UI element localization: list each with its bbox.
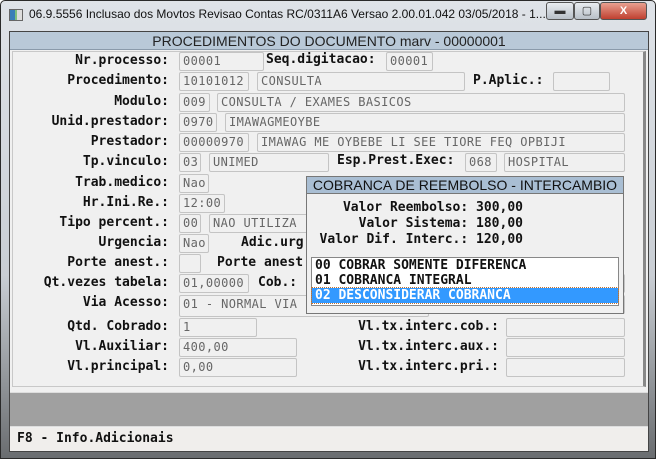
urgencia-label: Urgencia: bbox=[98, 235, 169, 250]
tp-vinculo-code-field[interactable]: 03 bbox=[179, 153, 201, 172]
vl-tx-interc-pri-label: Vl.tx.interc.pri.: bbox=[358, 359, 499, 374]
application-window: 06.9.5556 Inclusao dos Movtos Revisao Co… bbox=[0, 0, 656, 459]
maximize-button[interactable]: ▢ bbox=[574, 2, 600, 20]
esp-prest-exec-desc-field[interactable]: HOSPITAL bbox=[504, 153, 625, 172]
qt-vezes-tabela-field[interactable]: 01,00000 bbox=[179, 274, 249, 293]
close-button[interactable]: X bbox=[600, 2, 647, 20]
nr-processo-field[interactable]: 00001 bbox=[179, 52, 264, 71]
vl-tx-interc-aux-field[interactable] bbox=[506, 338, 625, 357]
urgencia-field[interactable]: Nao bbox=[179, 234, 209, 253]
unid-prestador-label: Unid.prestador: bbox=[51, 114, 169, 129]
modulo-code-field[interactable]: 009 bbox=[179, 93, 210, 112]
option-desconsiderar-cobranca[interactable]: 02 DESCONSIDERAR COBRANCA bbox=[311, 287, 619, 304]
vl-principal-label: Vl.principal: bbox=[67, 359, 169, 374]
cob-label: Cob.: bbox=[258, 275, 298, 290]
minimize-button[interactable]: ▬ bbox=[546, 2, 574, 20]
app-icon bbox=[9, 9, 23, 21]
tp-vinculo-label: Tp.vinculo: bbox=[82, 154, 169, 169]
procedimento-label: Procedimento: bbox=[67, 73, 169, 88]
porte-anest-label: Porte anest.: bbox=[67, 255, 169, 270]
esp-prest-exec-code-field[interactable]: 068 bbox=[465, 153, 497, 172]
vl-auxiliar-label: Vl.Auxiliar: bbox=[75, 339, 169, 354]
window-title: 06.9.5556 Inclusao dos Movtos Revisao Co… bbox=[29, 7, 546, 21]
unid-prestador-desc-field[interactable]: IMAWAGMEOYBE bbox=[225, 113, 625, 132]
seq-digitacao-label: Seq.digitacao: bbox=[266, 52, 376, 67]
unid-prestador-code-field[interactable]: 0970 bbox=[179, 113, 217, 132]
seq-digitacao-field[interactable]: 00001 bbox=[386, 52, 433, 71]
option-cobranca-integral[interactable]: 01 COBRANCA INTEGRAL bbox=[312, 273, 618, 288]
popup-title: COBRANCA DE REEMBOLSO - INTERCAMBIO bbox=[307, 177, 623, 194]
qtd-cobrado-field[interactable]: 1 bbox=[179, 318, 257, 337]
prestador-desc-field[interactable]: IMAWAG ME OYBEBE LI SEE TIORE FEQ OPBIJI bbox=[257, 133, 625, 152]
option-cobrar-somente-diferenca[interactable]: 00 COBRAR SOMENTE DIFERENCA bbox=[312, 258, 618, 273]
trab-medico-label: Trab.medico: bbox=[75, 175, 169, 190]
vl-tx-interc-pri-field[interactable] bbox=[506, 358, 625, 377]
esp-prest-exec-label: Esp.Prest.Exec: bbox=[337, 153, 455, 168]
reimbursement-popup: COBRANCA DE REEMBOLSO - INTERCAMBIO Valo… bbox=[306, 176, 624, 314]
p-aplic-label: P.Aplic.: bbox=[473, 73, 544, 88]
vl-tx-interc-aux-label: Vl.tx.interc.aux.: bbox=[358, 339, 499, 354]
prestador-label: Prestador: bbox=[90, 134, 169, 149]
tipo-percent-code-field[interactable]: 00 bbox=[179, 214, 201, 233]
vl-tx-interc-cob-label: Vl.tx.interc.cob.: bbox=[358, 319, 499, 334]
tp-vinculo-desc-field[interactable]: UNIMED bbox=[209, 153, 329, 172]
cobranca-options-list[interactable]: 00 COBRAR SOMENTE DIFERENCA 01 COBRANCA … bbox=[311, 257, 619, 306]
prestador-code-field[interactable]: 00000970 bbox=[179, 133, 249, 152]
hr-ini-re-field[interactable]: 12:00 bbox=[179, 194, 225, 213]
nr-processo-label: Nr.processo: bbox=[75, 53, 169, 68]
vl-auxiliar-field[interactable]: 400,00 bbox=[179, 338, 297, 357]
title-bar[interactable]: 06.9.5556 Inclusao dos Movtos Revisao Co… bbox=[1, 1, 655, 29]
valor-reembolso-text: Valor Reembolso: 300,00 bbox=[342, 200, 523, 215]
vl-tx-interc-cob-field[interactable] bbox=[506, 318, 625, 337]
trab-medico-field[interactable]: Nao bbox=[179, 174, 209, 193]
qt-vezes-tabela-label: Qt.vezes tabela: bbox=[43, 275, 169, 290]
page-title: PROCEDIMENTOS DO DOCUMENTO marv - 000000… bbox=[10, 32, 648, 50]
p-aplic-field[interactable] bbox=[553, 72, 610, 91]
modulo-desc-field[interactable]: CONSULTA / EXAMES BASICOS bbox=[217, 93, 625, 112]
porte-anest2-label: Porte anest bbox=[217, 255, 304, 270]
status-bar: F8 - Info.Adicionais bbox=[10, 428, 648, 451]
via-acesso-label: Via Acesso: bbox=[82, 295, 169, 310]
valor-sistema-text: Valor Sistema: 180,00 bbox=[358, 216, 523, 231]
hr-ini-re-label: Hr.Ini.Re.: bbox=[82, 195, 169, 210]
qtd-cobrado-label: Qtd. Cobrado: bbox=[67, 319, 169, 334]
adic-urg-label: Adic.urg bbox=[241, 235, 304, 250]
modulo-label: Modulo: bbox=[114, 94, 169, 109]
procedimento-code-field[interactable]: 10101012 bbox=[179, 72, 249, 91]
tipo-percent-label: Tipo percent.: bbox=[59, 215, 169, 230]
vl-principal-field[interactable]: 0,00 bbox=[179, 358, 297, 377]
valor-dif-interc-text: Valor Dif. Interc.: 120,00 bbox=[319, 232, 524, 247]
procedimento-desc-field[interactable]: CONSULTA bbox=[257, 72, 465, 91]
porte-anest-field[interactable] bbox=[179, 254, 201, 273]
gray-panel bbox=[10, 392, 648, 427]
